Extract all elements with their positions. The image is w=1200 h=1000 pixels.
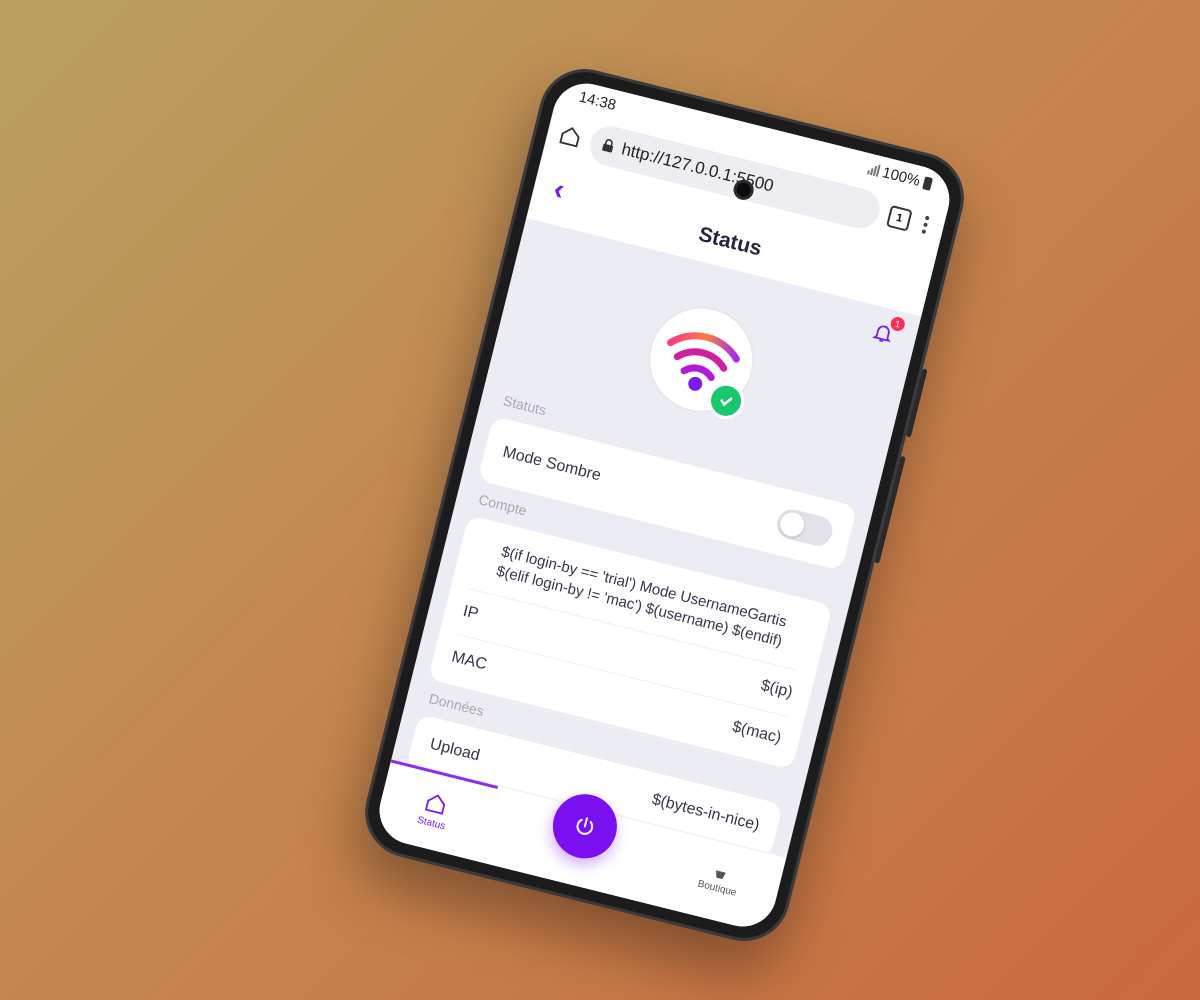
home-icon[interactable] bbox=[557, 123, 584, 150]
wifi-status-logo bbox=[638, 297, 763, 423]
mac-label: MAC bbox=[449, 648, 489, 674]
mode-sombre-toggle[interactable] bbox=[773, 506, 836, 549]
home-icon bbox=[425, 793, 446, 815]
ip-label: IP bbox=[461, 602, 481, 623]
battery-icon bbox=[922, 175, 934, 191]
power-icon bbox=[576, 817, 593, 835]
mode-sombre-label: Mode Sombre bbox=[501, 443, 603, 485]
tabs-count-button[interactable]: 1 bbox=[886, 204, 913, 232]
signal-icon bbox=[866, 162, 881, 177]
upload-label: Upload bbox=[428, 735, 482, 765]
mac-value: $(mac) bbox=[730, 718, 783, 747]
shop-icon bbox=[716, 869, 727, 879]
nav-status-label: Status bbox=[416, 814, 447, 832]
notification-button[interactable]: 1 bbox=[869, 315, 907, 351]
phone-screen: 14:38 100% http://127.0.0.1:5500 1 ‹ Sta… bbox=[372, 76, 957, 934]
phone-frame: 14:38 100% http://127.0.0.1:5500 1 ‹ Sta… bbox=[355, 59, 974, 951]
nav-boutique-label: Boutique bbox=[696, 878, 738, 899]
status-time: 14:38 bbox=[577, 88, 618, 114]
browser-menu-icon[interactable] bbox=[918, 215, 934, 235]
lock-icon bbox=[602, 139, 614, 153]
nav-status[interactable]: Status bbox=[416, 789, 452, 832]
battery-percent: 100% bbox=[880, 163, 922, 190]
ip-value: $(ip) bbox=[759, 677, 795, 702]
nav-boutique[interactable]: Boutique bbox=[697, 864, 741, 898]
